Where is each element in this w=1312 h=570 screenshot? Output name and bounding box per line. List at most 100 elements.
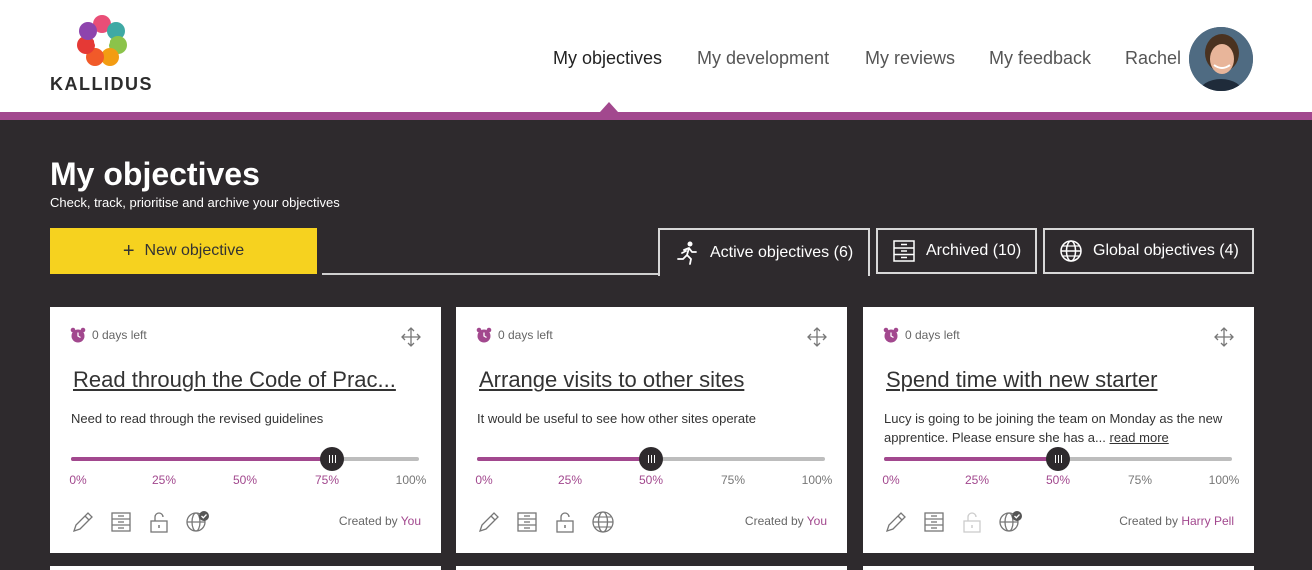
running-person-icon xyxy=(677,241,697,265)
alarm-clock-icon xyxy=(70,327,86,343)
tab-global-label: Global objectives (4) xyxy=(1093,242,1239,259)
slider-fill xyxy=(477,457,651,461)
objective-title[interactable]: Spend time with new starter xyxy=(886,367,1236,393)
objective-title[interactable]: Read through the Code of Prac... xyxy=(73,367,423,393)
nav-user-name[interactable]: Rachel xyxy=(1125,48,1181,69)
days-left: 0 days left xyxy=(883,327,960,343)
tab-active-label: Active objectives (6) xyxy=(710,244,854,261)
globe-shared-icon[interactable] xyxy=(997,509,1023,535)
slider-thumb[interactable] xyxy=(639,447,663,471)
created-by-name[interactable]: Harry Pell xyxy=(1181,514,1234,528)
alarm-clock-icon xyxy=(883,327,899,343)
days-left-label: 0 days left xyxy=(92,328,147,342)
next-card-peek xyxy=(863,566,1254,570)
tab-active-objectives[interactable]: Active objectives (6) xyxy=(658,228,870,276)
globe-icon xyxy=(1060,240,1082,262)
archive-drawer-icon[interactable] xyxy=(108,509,134,535)
progress-ticks: 0% 25% 50% 75% 100% xyxy=(475,473,832,489)
objective-title[interactable]: Arrange visits to other sites xyxy=(479,367,829,393)
edit-pencil-icon[interactable] xyxy=(70,509,96,535)
edit-pencil-icon[interactable] xyxy=(476,509,502,535)
header-accent-strip xyxy=(0,112,1312,120)
user-avatar[interactable] xyxy=(1189,27,1253,91)
tick-label: 50% xyxy=(638,473,664,487)
tick-label: 25% xyxy=(964,473,990,487)
created-by-label: Created by xyxy=(744,514,804,528)
tick-label: 0% xyxy=(882,473,900,487)
tick-label: 100% xyxy=(801,473,833,487)
page-title: My objectives xyxy=(50,156,260,192)
objective-description: Lucy is going to be joining the team on … xyxy=(884,409,1234,447)
slider-fill xyxy=(884,457,1058,461)
page-subtitle: Check, track, prioritise and archive you… xyxy=(50,195,340,210)
move-handle-icon[interactable] xyxy=(807,327,827,352)
read-more-link[interactable]: read more xyxy=(1110,430,1169,445)
objective-card[interactable]: 0 days left Arrange visits to other site… xyxy=(456,307,847,553)
globe-icon[interactable] xyxy=(590,509,616,535)
slider-thumb[interactable] xyxy=(1046,447,1070,471)
archive-drawer-icon[interactable] xyxy=(514,509,540,535)
flower-logo-icon xyxy=(77,15,127,66)
progress-ticks: 0% 25% 50% 75% 100% xyxy=(69,473,426,489)
card-actions xyxy=(476,509,616,535)
created-by-name[interactable]: You xyxy=(807,514,827,528)
objective-card[interactable]: 0 days left Read through the Code of Pra… xyxy=(50,307,441,553)
next-card-peek xyxy=(456,566,847,570)
move-handle-icon[interactable] xyxy=(401,327,421,352)
days-left-label: 0 days left xyxy=(498,328,553,342)
move-handle-icon[interactable] xyxy=(1214,327,1234,352)
nav-my-feedback[interactable]: My feedback xyxy=(989,48,1091,69)
description-text: It would be useful to see how other site… xyxy=(477,411,756,426)
created-by-label: Created by xyxy=(1119,514,1178,528)
nav-my-objectives[interactable]: My objectives xyxy=(553,48,662,69)
created-by: Created by Harry Pell xyxy=(1119,514,1234,528)
tab-baseline xyxy=(322,273,658,275)
created-by-name[interactable]: You xyxy=(401,514,421,528)
days-left-label: 0 days left xyxy=(905,328,960,342)
archive-drawer-icon[interactable] xyxy=(921,509,947,535)
days-left: 0 days left xyxy=(476,327,553,343)
tab-global-objectives[interactable]: Global objectives (4) xyxy=(1043,228,1254,274)
archive-drawer-icon xyxy=(893,240,915,262)
days-left: 0 days left xyxy=(70,327,147,343)
next-card-peek xyxy=(50,566,441,570)
created-by-label: Created by xyxy=(338,514,398,528)
progress-slider[interactable] xyxy=(477,447,825,471)
padlock-open-icon[interactable] xyxy=(552,509,578,535)
progress-ticks: 0% 25% 50% 75% 100% xyxy=(882,473,1239,489)
nav-my-development[interactable]: My development xyxy=(697,48,829,69)
padlock-open-disabled-icon xyxy=(959,509,985,535)
top-navigation-bar: KALLIDUS My objectives My development My… xyxy=(0,0,1312,112)
tick-label: 50% xyxy=(232,473,258,487)
globe-shared-icon[interactable] xyxy=(184,509,210,535)
objective-description: It would be useful to see how other site… xyxy=(477,409,827,428)
edit-pencil-icon[interactable] xyxy=(883,509,909,535)
description-text: Lucy is going to be joining the team on … xyxy=(884,411,1223,445)
tick-label: 100% xyxy=(1208,473,1240,487)
slider-fill xyxy=(71,457,332,461)
tick-label: 100% xyxy=(395,473,427,487)
tick-label: 25% xyxy=(557,473,583,487)
tick-label: 75% xyxy=(720,473,746,487)
tick-label: 0% xyxy=(475,473,493,487)
tab-archived-label: Archived (10) xyxy=(926,242,1022,259)
progress-slider[interactable] xyxy=(71,447,419,471)
card-actions xyxy=(70,509,210,535)
created-by: Created by You xyxy=(745,514,827,528)
objective-card[interactable]: 0 days left Spend time with new starter … xyxy=(863,307,1254,553)
avatar-photo-icon xyxy=(1189,27,1253,91)
nav-my-reviews[interactable]: My reviews xyxy=(865,48,955,69)
new-objective-button[interactable]: + New objective xyxy=(50,228,317,274)
active-nav-indicator xyxy=(600,102,618,112)
tick-label: 0% xyxy=(69,473,87,487)
tick-label: 75% xyxy=(314,473,340,487)
tab-archived[interactable]: Archived (10) xyxy=(876,228,1037,274)
slider-thumb[interactable] xyxy=(320,447,344,471)
kallidus-logo[interactable]: KALLIDUS xyxy=(50,14,160,96)
padlock-open-icon[interactable] xyxy=(146,509,172,535)
card-actions xyxy=(883,509,1023,535)
objective-description: Need to read through the revised guideli… xyxy=(71,409,421,428)
brand-name: KALLIDUS xyxy=(50,74,153,94)
tick-label: 25% xyxy=(151,473,177,487)
progress-slider[interactable] xyxy=(884,447,1232,471)
